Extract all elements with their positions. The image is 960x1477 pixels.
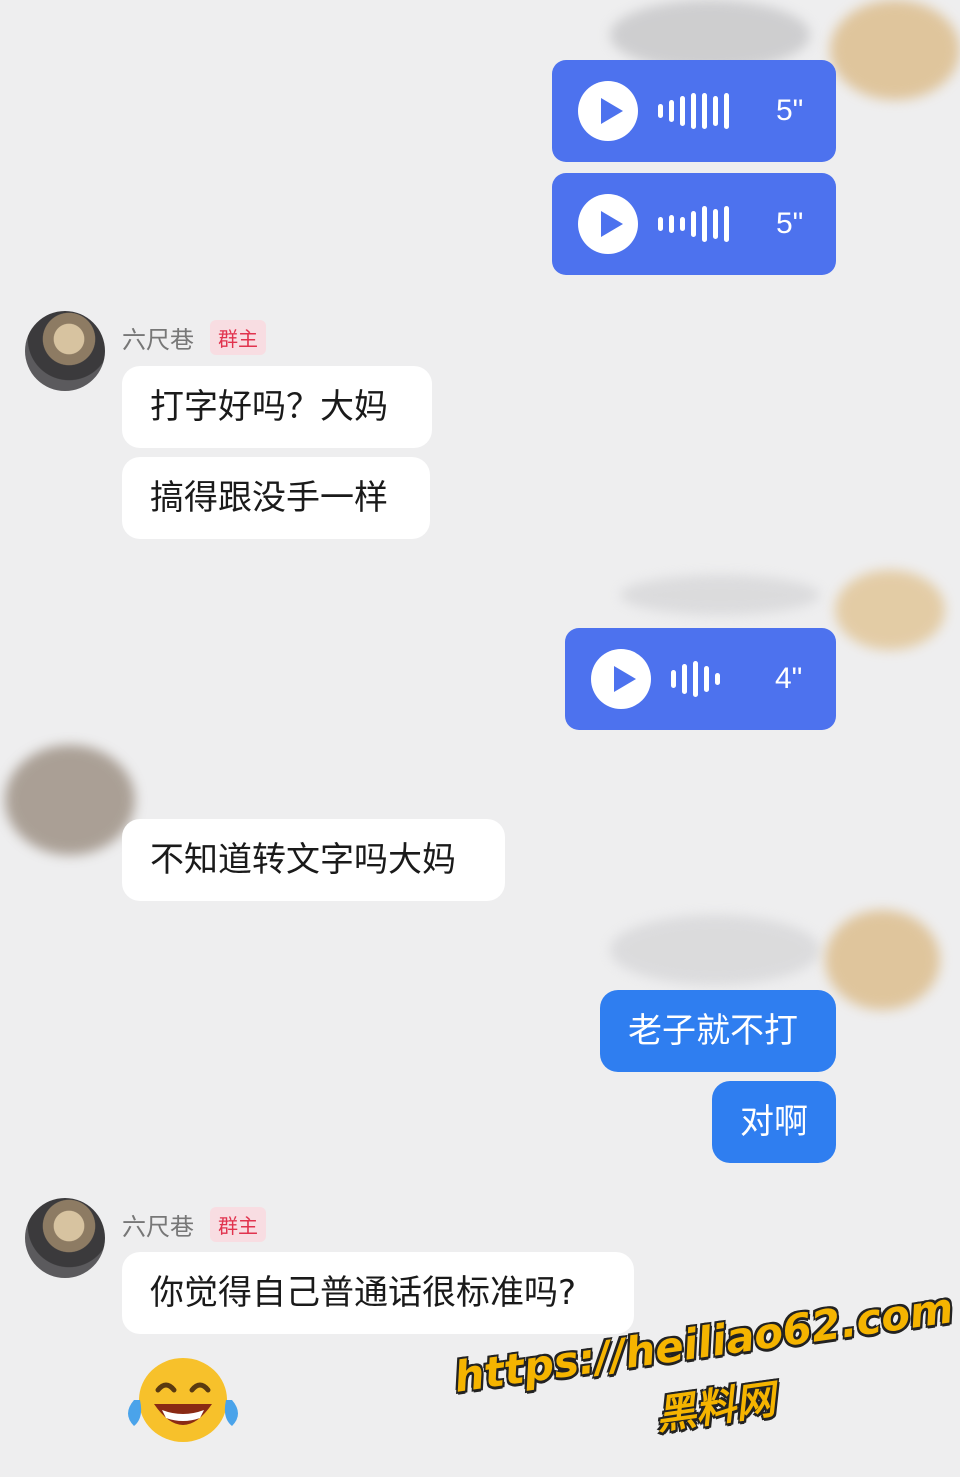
sender-name: 六尺巷 <box>122 326 194 354</box>
incoming-message[interactable]: 你觉得自己普通话很标准吗? <box>122 1252 634 1334</box>
avatar[interactable] <box>25 311 105 391</box>
play-icon[interactable] <box>591 649 651 709</box>
voice-message[interactable]: 5" <box>552 173 836 275</box>
redaction-smudge <box>5 745 135 855</box>
sender-name: 六尺巷 <box>122 1213 194 1241</box>
voice-message[interactable]: 5" <box>552 60 836 162</box>
waveform-icon <box>671 659 720 699</box>
incoming-message[interactable]: 不知道转文字吗大妈 <box>122 819 505 901</box>
watermark-name: 黑料网 <box>652 1376 779 1440</box>
play-icon[interactable] <box>578 81 638 141</box>
play-icon[interactable] <box>578 194 638 254</box>
redaction-smudge <box>620 575 820 615</box>
outgoing-message[interactable]: 对啊 <box>712 1081 836 1163</box>
laughing-crying-emoji[interactable] <box>124 1352 242 1444</box>
voice-duration: 5" <box>776 94 804 127</box>
outgoing-message[interactable]: 老子就不打 <box>600 990 836 1072</box>
avatar[interactable] <box>25 1198 105 1278</box>
redaction-smudge <box>835 570 945 650</box>
voice-message[interactable]: 4" <box>565 628 836 730</box>
owner-badge: 群主 <box>210 320 266 355</box>
incoming-message[interactable]: 打字好吗？大妈 <box>122 366 432 448</box>
voice-duration: 4" <box>775 662 803 695</box>
redaction-smudge <box>610 915 820 985</box>
redaction-smudge <box>825 910 940 1010</box>
incoming-message[interactable]: 搞得跟没手一样 <box>122 457 430 539</box>
waveform-icon <box>658 91 729 131</box>
owner-badge: 群主 <box>210 1207 266 1242</box>
redaction-smudge <box>830 0 960 100</box>
waveform-icon <box>658 204 729 244</box>
voice-duration: 5" <box>776 207 804 240</box>
